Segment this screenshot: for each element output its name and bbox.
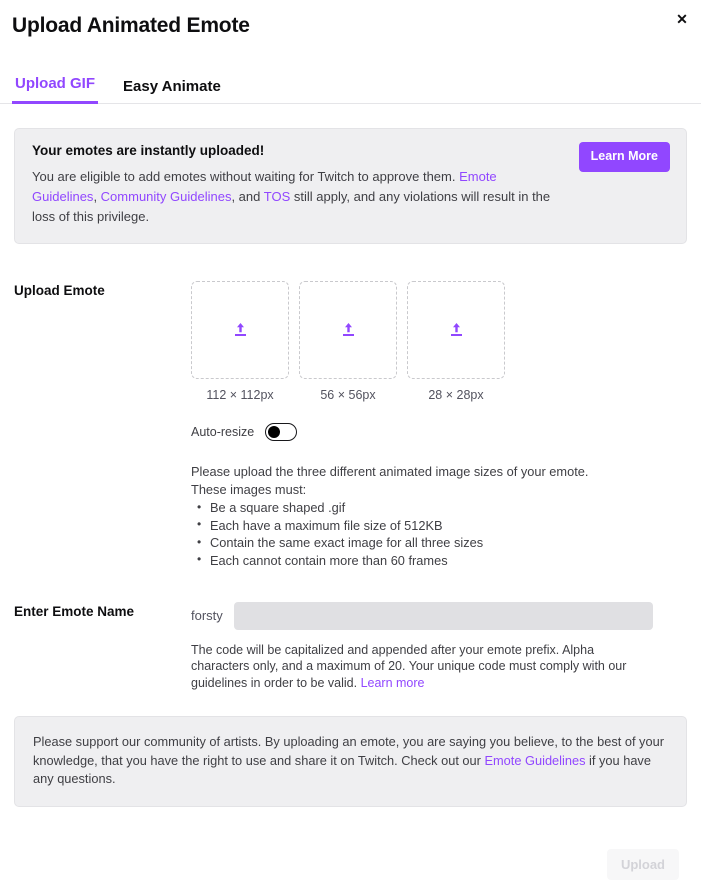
dropzone-56-label: 56 × 56px — [320, 388, 376, 402]
banner-body: You are eligible to add emotes without w… — [32, 167, 557, 227]
upload-emote-label: Upload Emote — [14, 283, 105, 298]
dropzone-112-label: 112 × 112px — [206, 388, 274, 402]
list-item: Be a square shaped .gif — [191, 499, 687, 517]
enter-emote-name-label: Enter Emote Name — [14, 603, 135, 619]
learn-more-link[interactable]: Learn more — [361, 676, 425, 690]
emote-prefix: forsty — [191, 608, 223, 624]
dropzone-56: 56 × 56px — [299, 281, 397, 402]
emote-name-input[interactable] — [233, 601, 653, 630]
close-icon[interactable]: ✕ — [669, 6, 695, 32]
dropzone-56-target[interactable] — [299, 281, 397, 379]
dropzone-28: 28 × 28px — [407, 281, 505, 402]
list-item: Each cannot contain more than 60 frames — [191, 551, 687, 570]
emote-name-section: Enter Emote Name forsty The code will be… — [0, 601, 701, 692]
page-title: Upload Animated Emote — [12, 14, 250, 37]
instructions-line-2: These images must: — [191, 481, 307, 497]
toggle-knob — [267, 425, 280, 438]
emote-name-row: forsty — [191, 601, 687, 630]
upload-button[interactable]: Upload — [606, 849, 679, 880]
auto-resize-label: Auto-resize — [191, 425, 255, 439]
instant-upload-banner: Your emotes are instantly uploaded! You … — [14, 128, 687, 244]
dropzone-28-target[interactable] — [407, 281, 505, 379]
upload-instructions: Please upload the three different animat… — [191, 463, 687, 570]
dropzone-28-label: 28 × 28px — [428, 388, 484, 402]
banner-text-3: , and — [231, 189, 264, 204]
learn-more-button[interactable]: Learn More — [578, 142, 670, 172]
emote-guidelines-link[interactable]: Emote Guidelines — [484, 753, 585, 768]
tab-upload-gif[interactable]: Upload GIF — [12, 75, 98, 104]
requirements-list: Be a square shaped .gif Each have a maxi… — [191, 499, 687, 569]
list-item: Contain the same exact image for all thr… — [191, 534, 687, 552]
banner-title: Your emotes are instantly uploaded! — [32, 143, 265, 158]
list-item: Each have a maximum file size of 512KB — [191, 516, 687, 535]
upload-emote-section: Upload Emote 112 × 112px 56 × 56px 28 × … — [0, 281, 701, 570]
tab-bar: Upload GIF Easy Animate — [0, 74, 701, 104]
artist-support-disclaimer: Please support our community of artists.… — [14, 716, 687, 807]
dropzone-112: 112 × 112px — [191, 281, 289, 402]
modal-footer: Upload — [0, 849, 701, 880]
upload-arrow-icon — [342, 323, 354, 336]
banner-text-2: , — [93, 189, 101, 204]
upload-arrow-icon — [234, 323, 246, 336]
banner-text-1: You are eligible to add emotes without w… — [32, 169, 460, 184]
tos-link[interactable]: TOS — [264, 189, 291, 204]
auto-resize-row: Auto-resize — [191, 423, 687, 441]
emote-name-help: The code will be capitalized and appende… — [191, 642, 654, 692]
auto-resize-toggle[interactable] — [265, 423, 298, 441]
tab-easy-animate[interactable]: Easy Animate — [120, 78, 224, 104]
instructions-line-1: Please upload the three different animat… — [191, 464, 589, 479]
upload-animated-emote-modal: ✕ Upload Animated Emote Upload GIF Easy … — [0, 0, 701, 891]
community-guidelines-link[interactable]: Community Guidelines — [101, 189, 232, 204]
upload-arrow-icon — [450, 323, 462, 336]
dropzone-group: 112 × 112px 56 × 56px 28 × 28px — [191, 281, 687, 402]
dropzone-112-target[interactable] — [191, 281, 289, 379]
